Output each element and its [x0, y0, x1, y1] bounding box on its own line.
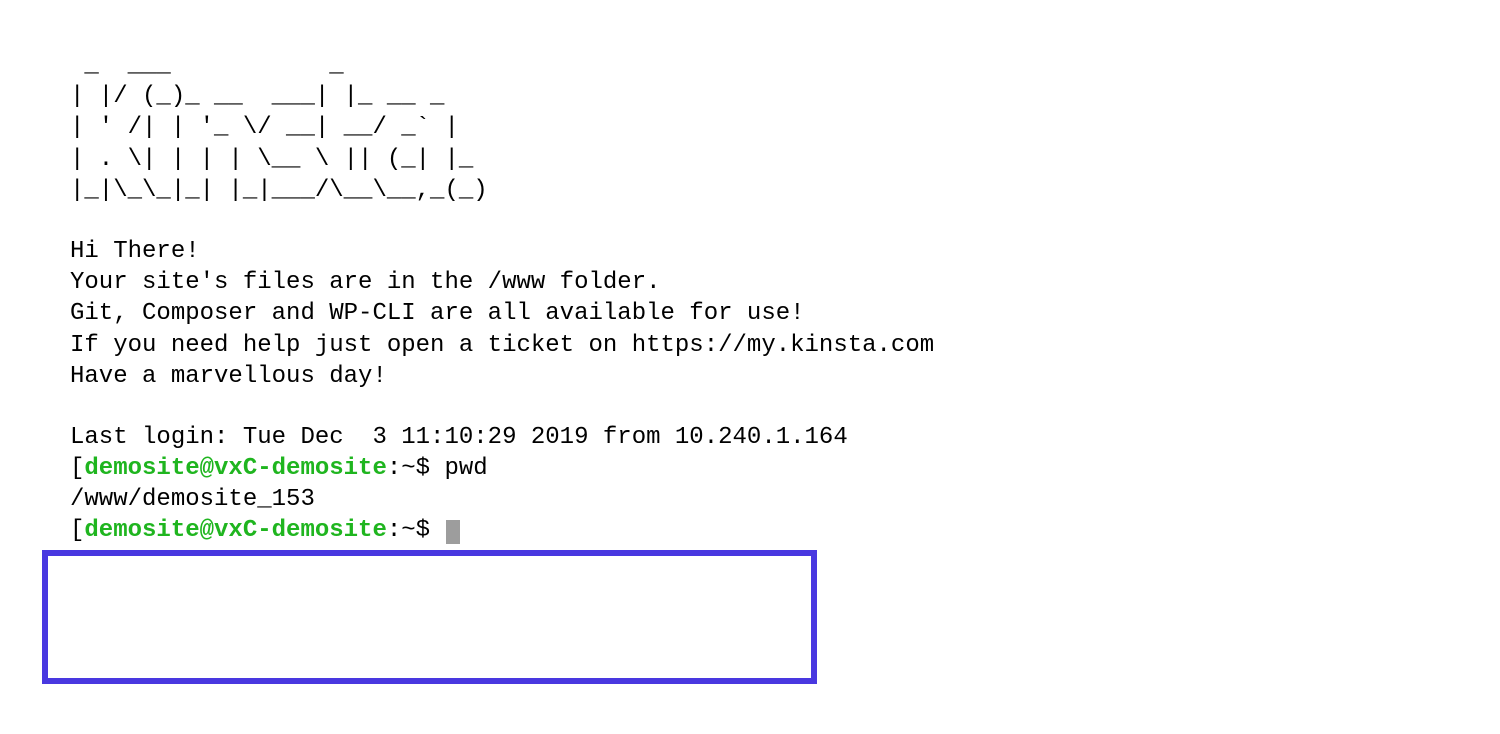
prompt-colon-2: : — [387, 517, 401, 544]
prompt-path: ~ — [401, 455, 415, 482]
prompt-line-2[interactable]: [demosite@vxC-demosite:~$ — [70, 515, 1430, 546]
last-login-ip: 10.240.1.164 — [675, 424, 848, 451]
motd-line-4: If you need help just open a ticket on h… — [70, 330, 1430, 361]
motd-line-1: Hi There! — [70, 236, 1430, 267]
last-login-line: Last login: Tue Dec 3 11:10:29 2019 from… — [70, 422, 1430, 453]
command-output: /www/demosite_153 — [70, 484, 1430, 515]
last-login-from: from — [588, 424, 674, 451]
command-pwd: pwd — [444, 455, 487, 482]
motd-line-2: Your site's files are in the /www folder… — [70, 267, 1430, 298]
last-login-prefix: Last login: — [70, 424, 243, 451]
motd-line-3: Git, Composer and WP-CLI are all availab… — [70, 298, 1430, 329]
prompt-path-2: ~ — [401, 517, 415, 544]
annotation-highlight-box — [42, 550, 817, 684]
prompt-user-host-2: demosite@vxC-demosite — [84, 517, 386, 544]
motd-line-5: Have a marvellous day! — [70, 361, 1430, 392]
prompt-user-host: demosite@vxC-demosite — [84, 455, 386, 482]
motd-block: Hi There! Your site's files are in the /… — [70, 236, 1430, 392]
terminal-window[interactable]: _ ___ _ | |/ (_)_ __ ___| |_ __ _ | ' /|… — [70, 50, 1430, 547]
prompt-dollar-2: $ — [416, 517, 445, 544]
ascii-art-logo: _ ___ _ | |/ (_)_ __ ___| |_ __ _ | ' /|… — [70, 50, 1430, 206]
prompt-line-1[interactable]: [demosite@vxC-demosite:~$ pwd — [70, 453, 1430, 484]
prompt-dollar: $ — [416, 455, 445, 482]
last-login-date: Tue Dec 3 11:10:29 2019 — [243, 424, 589, 451]
prompt-bracket-2: [ — [70, 517, 84, 544]
terminal-cursor — [446, 520, 460, 544]
prompt-bracket: [ — [70, 455, 84, 482]
prompt-colon: : — [387, 455, 401, 482]
